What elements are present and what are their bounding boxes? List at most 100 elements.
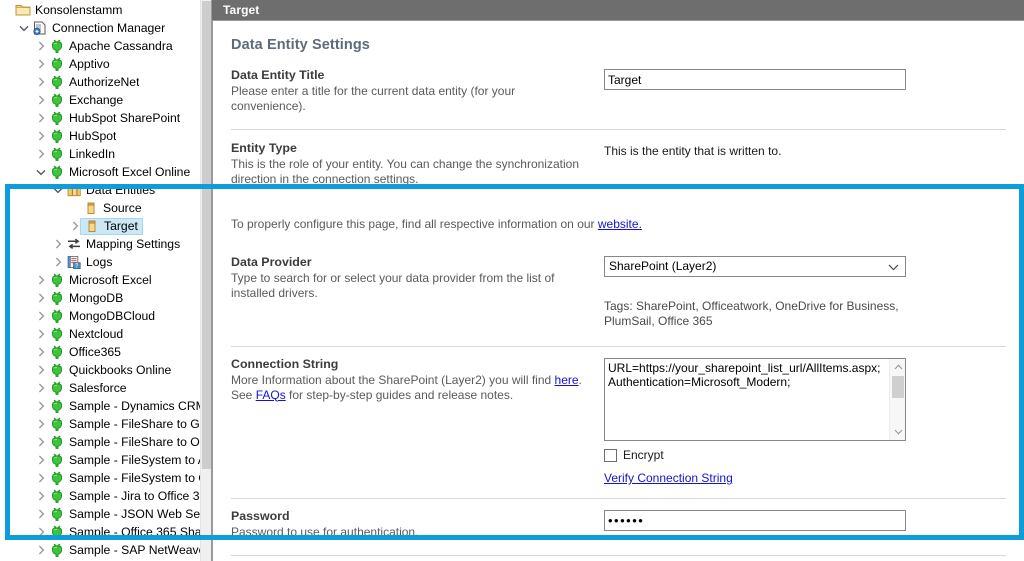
chevron-right-icon[interactable] (34, 379, 48, 397)
tree-item-salesforce[interactable]: Salesforce (0, 379, 200, 397)
verify-connection-string-link[interactable]: Verify Connection String (604, 471, 733, 485)
tree-item-exchange[interactable]: Exchange (0, 91, 200, 109)
chevron-right-icon[interactable] (34, 505, 48, 523)
scroll-up-icon[interactable] (890, 359, 906, 375)
tree-item-sample-fileshare-to-onedr[interactable]: Sample - FileShare to OneDr (0, 433, 200, 451)
chevron-right-icon[interactable] (34, 397, 48, 415)
tree-item-content: Exchange (48, 92, 123, 109)
tree-item-sample-filesystem-to-offic[interactable]: Sample - FileSystem to Offic (0, 469, 200, 487)
tree-item-sample-json-web-service[interactable]: Sample - JSON Web Service (0, 505, 200, 523)
encrypt-checkbox-row[interactable]: Encrypt (604, 448, 1006, 462)
chevron-right-icon[interactable] (34, 109, 48, 127)
tree-item-source[interactable]: Source (0, 199, 200, 217)
tree-item-mapping-settings[interactable]: Mapping Settings (0, 235, 200, 253)
password-input[interactable]: •••••• (604, 510, 906, 531)
chevron-right-icon[interactable] (34, 271, 48, 289)
chevron-right-icon[interactable] (51, 235, 65, 253)
tree-item-data-entities[interactable]: Data Entities (0, 181, 200, 199)
chevron-right-icon[interactable] (51, 253, 65, 271)
tree-item-nextcloud[interactable]: Nextcloud (0, 325, 200, 343)
page-title: Data Entity Settings (213, 21, 1024, 53)
tree-item-content: LinkedIn (48, 146, 115, 163)
tree-item-apache-cassandra[interactable]: Apache Cassandra (0, 37, 200, 55)
chevron-right-icon[interactable] (34, 307, 48, 325)
chevron-right-icon[interactable] (34, 523, 48, 541)
tree-item-connection-manager[interactable]: Connection Manager (0, 19, 200, 37)
connection-string-scrollbar[interactable] (889, 359, 905, 440)
scroll-down-icon[interactable] (890, 424, 906, 440)
chevron-right-icon[interactable] (34, 343, 48, 361)
chevron-right-icon[interactable] (34, 469, 48, 487)
connection-string-textarea[interactable]: URL=https://your_sharepoint_list_url/All… (604, 358, 906, 441)
chevron-right-icon[interactable] (34, 541, 48, 559)
tree-item-label: Microsoft Excel (69, 271, 152, 289)
chevron-right-icon[interactable] (34, 127, 48, 145)
tree-vertical-scrollbar[interactable] (200, 0, 211, 561)
row-password: Password Password to use for authenticat… (213, 508, 1024, 540)
divider-4 (231, 555, 1006, 556)
chevron-right-icon[interactable] (34, 487, 48, 505)
here-link[interactable]: here (555, 373, 579, 387)
encrypt-checkbox[interactable] (604, 449, 617, 462)
data-entity-title-input[interactable] (604, 69, 906, 90)
chevron-down-icon[interactable] (17, 19, 31, 37)
chevron-right-icon[interactable] (34, 91, 48, 109)
tree-item-konsolenstamm[interactable]: Konsolenstamm (0, 1, 200, 19)
tree-item-content: MongoDB (48, 290, 123, 307)
tree-item-content: HubSpot (48, 128, 116, 145)
chevron-right-icon[interactable] (34, 37, 48, 55)
tree-item-content: Quickbooks Online (48, 362, 171, 379)
tree-item-linkedin[interactable]: LinkedIn (0, 145, 200, 163)
tree-item-microsoft-excel-online[interactable]: Microsoft Excel Online (0, 163, 200, 181)
tree-item-label: HubSpot (69, 127, 116, 145)
tree-scroll-area[interactable]: KonsolenstammConnection ManagerApache Ca… (0, 0, 200, 561)
tree-item-target[interactable]: Target (0, 217, 200, 235)
tree-item-content: Mapping Settings (65, 236, 180, 253)
chevron-right-icon[interactable] (34, 433, 48, 451)
data-provider-combobox[interactable]: SharePoint (Layer2) (604, 256, 906, 277)
tree-item-content: Sample - JSON Web Service (48, 506, 200, 523)
tree-item-label: Konsolenstamm (35, 1, 122, 19)
plug-icon (48, 326, 66, 342)
row-entity-type: Entity Type This is the role of your ent… (213, 140, 1024, 186)
chevron-right-icon[interactable] (34, 289, 48, 307)
chevron-down-icon[interactable] (34, 163, 48, 181)
plug-icon (48, 362, 66, 378)
chevron-right-icon[interactable] (34, 73, 48, 91)
tree-item-hubspot-sharepoint[interactable]: HubSpot SharePoint (0, 109, 200, 127)
tree-item-microsoft-excel[interactable]: Microsoft Excel (0, 271, 200, 289)
tree-item-apptivo[interactable]: Apptivo (0, 55, 200, 73)
tree-item-label: MongoDB (69, 289, 123, 307)
tree-item-sample-sap-netweaver-to[interactable]: Sample - SAP NetWeaver to (0, 541, 200, 559)
tree-item-label: Sample - Office 365 SharePo (69, 523, 200, 541)
tree-item-authorizenet[interactable]: AuthorizeNet (0, 73, 200, 91)
tree-spacer (68, 199, 82, 217)
connection-string-scrollbar-thumb[interactable] (892, 376, 904, 398)
chevron-right-icon[interactable] (34, 145, 48, 163)
tree-item-quickbooks-online[interactable]: Quickbooks Online (0, 361, 200, 379)
tree-item-sample-office-365-sharepo[interactable]: Sample - Office 365 SharePo (0, 523, 200, 541)
chevron-right-icon[interactable] (34, 325, 48, 343)
tree-item-sample-jira-to-office-365-s[interactable]: Sample - Jira to Office 365 S (0, 487, 200, 505)
tree-item-office365[interactable]: Office365 (0, 343, 200, 361)
chevron-right-icon[interactable] (34, 415, 48, 433)
tree-item-logs[interactable]: ?Logs (0, 253, 200, 271)
data-provider-selected-value: SharePoint (Layer2) (609, 259, 716, 273)
plug-icon (48, 452, 66, 468)
chevron-right-icon[interactable] (34, 55, 48, 73)
tree-scrollbar-thumb[interactable] (202, 1, 211, 469)
tree-item-sample-dynamics-crm-o[interactable]: Sample - Dynamics CRM (O (0, 397, 200, 415)
chevron-down-icon[interactable] (51, 181, 65, 199)
chevron-down-icon (888, 257, 899, 277)
tree-item-sample-filesystem-to-azur[interactable]: Sample - FileSystem to Azur (0, 451, 200, 469)
chevron-right-icon[interactable] (34, 451, 48, 469)
tree-item-mongodbcloud[interactable]: MongoDBCloud (0, 307, 200, 325)
tree-item-content: MongoDBCloud (48, 308, 155, 325)
faqs-link[interactable]: FAQs (256, 388, 286, 402)
tree-item-label: Sample - Jira to Office 365 S (69, 487, 200, 505)
website-link[interactable]: website. (598, 217, 642, 231)
chevron-right-icon[interactable] (34, 361, 48, 379)
tree-item-mongodb[interactable]: MongoDB (0, 289, 200, 307)
tree-item-hubspot[interactable]: HubSpot (0, 127, 200, 145)
tree-item-sample-fileshare-to-googl[interactable]: Sample - FileShare to Googl (0, 415, 200, 433)
